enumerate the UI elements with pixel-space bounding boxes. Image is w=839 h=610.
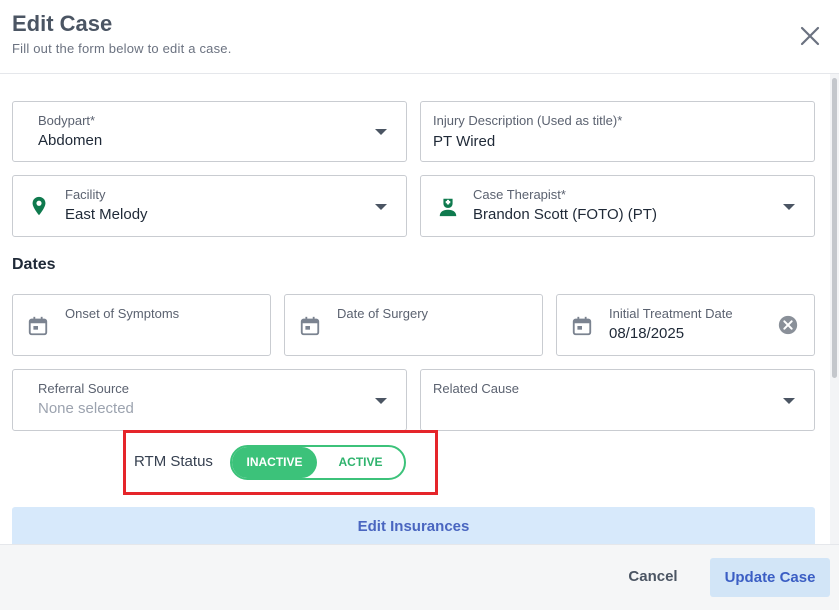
- referral-source-placeholder: None selected: [38, 400, 134, 417]
- initial-treatment-date-label: Initial Treatment Date: [609, 306, 733, 321]
- update-case-button[interactable]: Update Case: [710, 558, 830, 597]
- bodypart-value: Abdomen: [38, 132, 103, 149]
- onset-date-input[interactable]: Onset of Symptoms: [12, 294, 271, 356]
- chevron-down-icon: [783, 398, 795, 404]
- calendar-icon: [300, 316, 320, 336]
- referral-source-label: Referral Source: [38, 381, 130, 396]
- case-therapist-select[interactable]: Case Therapist* Brandon Scott (FOTO) (PT…: [420, 175, 815, 237]
- rtm-status-label: RTM Status: [134, 453, 213, 470]
- dates-section-title: Dates: [12, 256, 56, 273]
- surgery-date-input[interactable]: Date of Surgery: [284, 294, 543, 356]
- rtm-option-inactive[interactable]: INACTIVE: [232, 447, 317, 478]
- rtm-option-active[interactable]: ACTIVE: [317, 447, 404, 478]
- initial-treatment-date-value: 08/18/2025: [609, 325, 685, 342]
- map-pin-icon: [32, 196, 46, 216]
- scrollbar[interactable]: [830, 74, 839, 544]
- referral-source-select[interactable]: Referral Source None selected: [12, 369, 407, 431]
- dialog-footer: Cancel Update Case: [0, 544, 839, 610]
- dialog-subtitle: Fill out the form below to edit a case.: [12, 41, 232, 56]
- calendar-icon: [572, 316, 592, 336]
- clear-circle-icon[interactable]: [777, 314, 799, 336]
- case-therapist-label: Case Therapist*: [473, 187, 566, 202]
- related-cause-select[interactable]: Related Cause: [420, 369, 815, 431]
- dialog-title: Edit Case: [12, 11, 113, 36]
- edit-insurances-button[interactable]: Edit Insurances: [12, 507, 815, 547]
- scrollbar-thumb[interactable]: [832, 78, 837, 378]
- calendar-icon: [28, 316, 48, 336]
- close-button[interactable]: [796, 22, 824, 50]
- injury-description-input[interactable]: Injury Description (Used as title)* PT W…: [420, 101, 815, 162]
- bodypart-select[interactable]: Bodypart* Abdomen: [12, 101, 407, 162]
- injury-description-label: Injury Description (Used as title)*: [433, 113, 623, 128]
- rtm-status-toggle[interactable]: INACTIVE ACTIVE: [230, 445, 406, 480]
- chevron-down-icon: [375, 204, 387, 210]
- chevron-down-icon: [783, 204, 795, 210]
- close-icon: [800, 26, 820, 46]
- onset-date-label: Onset of Symptoms: [65, 306, 180, 321]
- surgery-date-label: Date of Surgery: [337, 306, 429, 321]
- dialog-header: Edit Case Fill out the form below to edi…: [0, 0, 839, 74]
- injury-description-value: PT Wired: [433, 133, 496, 150]
- facility-select[interactable]: Facility East Melody: [12, 175, 407, 237]
- chevron-down-icon: [375, 129, 387, 135]
- cancel-button[interactable]: Cancel: [610, 559, 696, 595]
- facility-label: Facility: [65, 187, 106, 202]
- chevron-down-icon: [375, 398, 387, 404]
- related-cause-label: Related Cause: [433, 381, 519, 396]
- facility-value: East Melody: [65, 206, 148, 223]
- initial-treatment-date-input[interactable]: Initial Treatment Date 08/18/2025: [556, 294, 815, 356]
- case-therapist-value: Brandon Scott (FOTO) (PT): [473, 206, 657, 223]
- doctor-icon: [439, 198, 457, 217]
- bodypart-label: Bodypart*: [38, 113, 96, 128]
